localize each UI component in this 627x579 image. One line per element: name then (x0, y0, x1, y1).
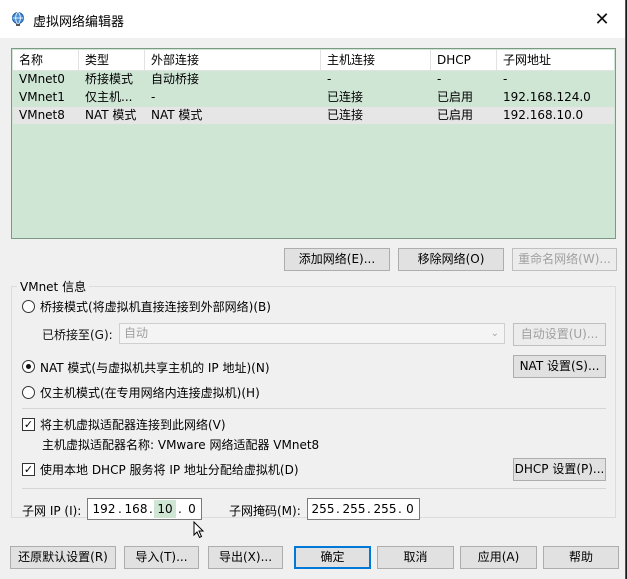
subnet-ip-label: 子网 IP (I): (22, 504, 82, 518)
nat-mode-radio[interactable] (22, 360, 35, 373)
cell-type: 桥接模式 (85, 72, 134, 86)
auto-settings-button[interactable]: 自动设置(U)... (513, 323, 606, 346)
close-icon: ✕ (594, 8, 610, 30)
bridged-to-value: 自动 (124, 326, 149, 340)
vmnet-info-title: VMnet 信息 (17, 278, 90, 295)
ip-dot: . (118, 502, 122, 516)
rename-network-button[interactable]: 重命名网络(W)... (512, 248, 617, 271)
column-header-type[interactable]: 类型 (79, 50, 145, 70)
column-header-subnet[interactable]: 子网地址 (497, 50, 614, 70)
cell-dhcp: 已启用 (437, 90, 474, 104)
adapter-name-label: 主机虚拟适配器名称: VMware 网络适配器 VMnet8 (42, 438, 320, 452)
cell-external: - (151, 90, 156, 104)
ip-octet-2[interactable]: 168 (123, 500, 149, 518)
checkmark-icon: ✓ (23, 463, 34, 476)
chevron-down-icon: ⌄ (490, 328, 499, 339)
cell-external: NAT 模式 (151, 108, 203, 122)
cell-host: 已连接 (327, 108, 364, 122)
ip-octet-4[interactable]: 0 (184, 500, 200, 518)
mask-dot: . (398, 502, 402, 516)
separator (22, 488, 606, 489)
dhcp-settings-button[interactable]: DHCP 设置(P)... (513, 458, 606, 481)
connect-adapter-checkbox[interactable]: ✓ (22, 418, 35, 431)
dhcp-checkbox[interactable]: ✓ (22, 463, 35, 476)
mask-octet-2[interactable]: 255 (341, 500, 367, 518)
bridged-mode-radio[interactable] (22, 300, 35, 313)
title-bar: 虚拟网络编辑器 ✕ (0, 0, 625, 38)
table-row[interactable]: VMnet1 仅主机... - 已连接 已启用 192.168.124.0 (13, 89, 614, 106)
cell-type: NAT 模式 (85, 108, 137, 122)
cell-subnet: 192.168.124.0 (503, 90, 591, 104)
separator (22, 408, 606, 409)
dhcp-label[interactable]: 使用本地 DHCP 服务将 IP 地址分配给虚拟机(D) (40, 461, 299, 478)
connect-adapter-label[interactable]: 将主机虚拟适配器连接到此网络(V) (40, 416, 226, 433)
column-header-host[interactable]: 主机连接 (321, 50, 431, 70)
ip-octet-1[interactable]: 192 (90, 500, 118, 518)
add-network-button[interactable]: 添加网络(E)... (284, 248, 390, 271)
virtual-network-editor-dialog: 虚拟网络编辑器 ✕ 名称 类型 外部连接 主机连接 DHCP 子网地址 VMne… (0, 0, 626, 579)
mask-dot: . (336, 502, 340, 516)
cell-subnet: 192.168.10.0 (503, 108, 584, 122)
nat-settings-button[interactable]: NAT 设置(S)... (513, 355, 606, 378)
cell-name: VMnet0 (19, 72, 65, 86)
apply-button[interactable]: 应用(A) (460, 546, 537, 569)
column-header-name[interactable]: 名称 (13, 50, 79, 70)
cell-host: - (327, 72, 332, 86)
cell-subnet: - (503, 72, 508, 86)
table-row[interactable]: VMnet0 桥接模式 自动桥接 - - - (13, 71, 614, 88)
cell-type: 仅主机... (85, 90, 133, 104)
list-header: 名称 类型 外部连接 主机连接 DHCP 子网地址 (13, 50, 614, 71)
table-row-selected[interactable]: VMnet8 NAT 模式 NAT 模式 已连接 已启用 192.168.10.… (13, 107, 614, 124)
cell-name: VMnet8 (19, 108, 65, 122)
ip-octet-3[interactable]: 10 (154, 500, 176, 518)
cell-external: 自动桥接 (151, 72, 200, 86)
mask-octet-4[interactable]: 0 (403, 500, 417, 518)
column-header-external[interactable]: 外部连接 (145, 50, 321, 70)
help-button[interactable]: 帮助 (543, 546, 619, 569)
import-button[interactable]: 导入(T)... (124, 546, 199, 569)
nat-mode-label[interactable]: NAT 模式(与虚拟机共享主机的 IP 地址)(N) (40, 359, 270, 376)
ok-button[interactable]: 确定 (294, 546, 371, 569)
cell-dhcp: 已启用 (437, 108, 474, 122)
bridged-to-select[interactable]: 自动 ⌄ (119, 323, 505, 344)
host-only-label[interactable]: 仅主机模式(在专用网络内连接虚拟机)(H) (40, 384, 260, 401)
mask-octet-3[interactable]: 255 (372, 500, 398, 518)
column-header-dhcp[interactable]: DHCP (431, 50, 497, 70)
restore-defaults-button[interactable]: 还原默认设置(R) (10, 546, 116, 569)
bridged-mode-label[interactable]: 桥接模式(将虚拟机直接连接到外部网络)(B) (40, 298, 271, 315)
cancel-button[interactable]: 取消 (377, 546, 454, 569)
subnet-mask-input[interactable]: 255 . 255 . 255 . 0 (307, 498, 420, 520)
network-globe-icon (10, 11, 26, 27)
ip-dot: . (178, 502, 182, 516)
export-button[interactable]: 导出(X)... (208, 546, 283, 569)
subnet-mask-label: 子网掩码(M): (229, 504, 301, 518)
ip-dot: . (149, 502, 153, 516)
vmnet-info-group (11, 286, 616, 518)
window-title: 虚拟网络编辑器 (33, 15, 125, 30)
mask-octet-1[interactable]: 255 (310, 500, 336, 518)
remove-network-button[interactable]: 移除网络(O) (398, 248, 504, 271)
subnet-ip-input[interactable]: 192 . 168 . 10 . 0 (87, 498, 202, 520)
checkmark-icon: ✓ (23, 418, 34, 431)
host-only-radio[interactable] (22, 386, 35, 399)
cell-name: VMnet1 (19, 90, 65, 104)
cell-dhcp: - (437, 72, 442, 86)
mask-dot: . (367, 502, 371, 516)
bridged-to-label: 已桥接至(G): (42, 328, 113, 342)
close-button[interactable]: ✕ (579, 0, 625, 38)
mouse-cursor-icon (193, 520, 205, 539)
cell-host: 已连接 (327, 90, 364, 104)
network-list[interactable]: 名称 类型 外部连接 主机连接 DHCP 子网地址 VMnet0 桥接模式 自动… (11, 48, 616, 239)
